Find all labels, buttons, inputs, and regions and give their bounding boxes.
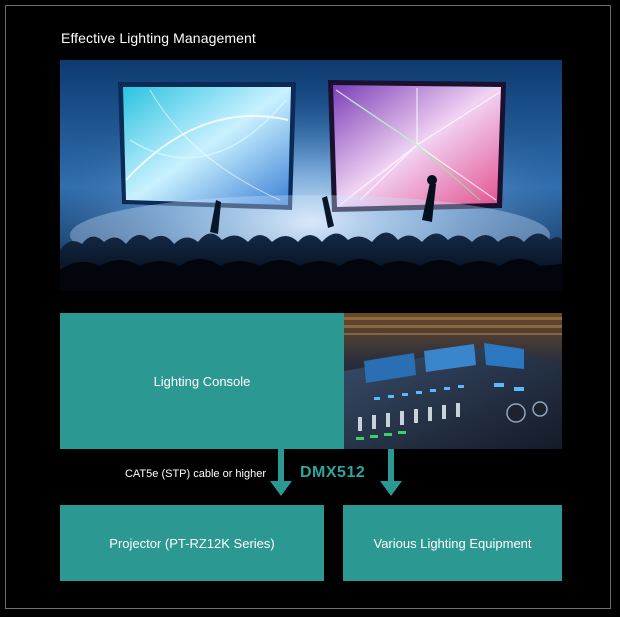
protocol-label: DMX512 <box>300 464 366 481</box>
lighting-console-graphic <box>344 313 562 449</box>
lighting-equipment-label: Various Lighting Equipment <box>373 535 532 551</box>
concert-photo-graphic <box>60 60 562 291</box>
arrow-to-projector <box>270 449 292 496</box>
projector-label: Projector (PT-RZ12K Series) <box>109 535 275 551</box>
diagram-title: Effective Lighting Management <box>61 30 256 46</box>
lighting-console-box: Lighting Console <box>60 313 562 449</box>
projector-box: Projector (PT-RZ12K Series) <box>60 505 324 581</box>
concert-photo <box>60 60 562 291</box>
lighting-console-photo <box>344 313 562 449</box>
arrow-to-lighting <box>380 449 402 496</box>
lighting-equipment-box: Various Lighting Equipment <box>343 505 562 581</box>
cable-label: CAT5e (STP) cable or higher <box>124 468 266 480</box>
lighting-console-label: Lighting Console <box>153 373 251 389</box>
